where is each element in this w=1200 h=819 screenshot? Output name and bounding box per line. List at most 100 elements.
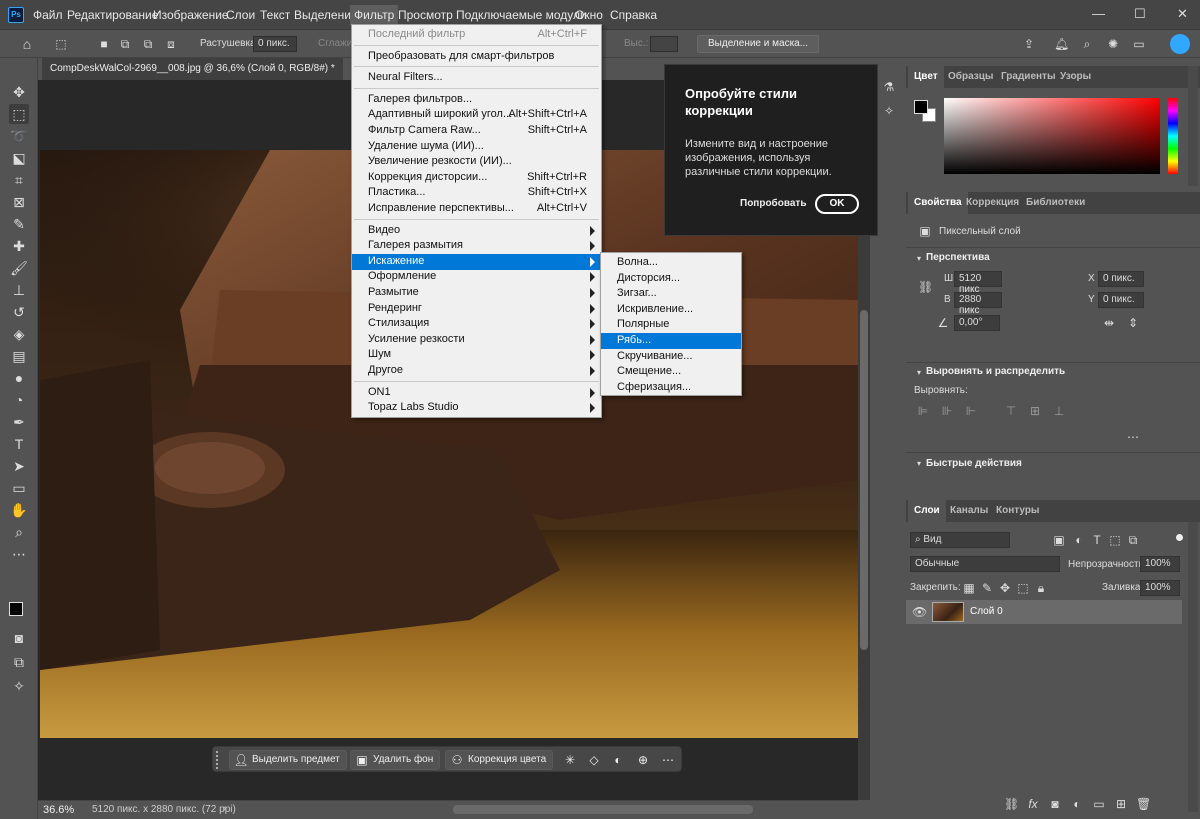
tab-layers[interactable]: Слои: [908, 500, 946, 522]
filter-menu-item[interactable]: ON1: [352, 385, 601, 401]
tab-channels[interactable]: Каналы: [950, 505, 988, 516]
move-tool-icon[interactable]: ✥: [9, 82, 29, 102]
filter-menu-item[interactable]: Галерея размытия: [352, 238, 601, 254]
menu-view[interactable]: Просмотр: [398, 8, 453, 22]
stamp-icon[interactable]: ⊥: [9, 280, 29, 300]
link-icon[interactable]: ⛓: [918, 280, 933, 294]
flip-vertical-icon[interactable]: ⇕: [1126, 316, 1140, 330]
filter-toggle[interactable]: [1176, 534, 1183, 541]
distort-menu-item[interactable]: Рябь...: [601, 333, 741, 349]
tab-paths[interactable]: Контуры: [996, 505, 1039, 516]
minimize-icon[interactable]: —: [1092, 6, 1105, 21]
lock-artboard-icon[interactable]: ⬚: [1016, 581, 1030, 595]
align-top-icon[interactable]: ⊤: [1004, 404, 1018, 418]
crop-icon[interactable]: ⌗: [9, 170, 29, 190]
distort-menu-item[interactable]: Зигзаг...: [601, 286, 741, 302]
align-right-icon[interactable]: ⊩: [964, 404, 978, 418]
tab-swatches[interactable]: Образцы: [948, 71, 993, 82]
opacity-input[interactable]: 100%: [1140, 556, 1180, 572]
scroll-thumb[interactable]: [860, 310, 868, 650]
filter-kind-select[interactable]: ⌕ Вид: [910, 532, 1010, 548]
chevron-right-icon[interactable]: ›: [223, 803, 226, 814]
distort-menu-item[interactable]: Полярные координаты...: [601, 317, 741, 342]
color-correction-button[interactable]: ⚇ Коррекция цвета: [445, 750, 554, 770]
history-brush-icon[interactable]: ↺: [9, 302, 29, 322]
frame-icon[interactable]: ⊠: [9, 192, 29, 212]
filter-menu-item[interactable]: Размытие: [352, 285, 601, 301]
distort-menu-item[interactable]: Скручивание...: [601, 349, 741, 365]
screen-mode-icon[interactable]: ⧉: [9, 652, 29, 672]
filter-menu-item[interactable]: Удаление шума (ИИ)...: [352, 139, 601, 155]
more-tools-icon[interactable]: ⋯: [9, 544, 29, 564]
distort-menu-item[interactable]: Сферизация...: [601, 380, 741, 396]
layer-row[interactable]: 👁︎ Слой 0: [906, 600, 1182, 624]
rectangular-marquee-icon[interactable]: ⬚: [9, 104, 29, 124]
filter-menu-item[interactable]: Усиление резкости: [352, 332, 601, 348]
pen-icon[interactable]: ✒: [9, 412, 29, 432]
menu-file[interactable]: Файл: [33, 8, 63, 22]
distort-menu-item[interactable]: Дисторсия...: [601, 271, 741, 287]
tab-adjustments[interactable]: Коррекция: [966, 197, 1019, 208]
filter-menu-item[interactable]: Стилизация: [352, 316, 601, 332]
filter-smart-object-icon[interactable]: ⧉: [1126, 533, 1140, 547]
align-hcenter-icon[interactable]: ⊪: [940, 404, 954, 418]
feather-input[interactable]: 0 пикс.: [253, 36, 297, 52]
intersect-selection-icon[interactable]: ⧈: [164, 37, 178, 51]
foreground-color-swatch[interactable]: [9, 602, 23, 616]
filter-menu-item[interactable]: Видео: [352, 223, 601, 239]
width-input[interactable]: 5120 пикс: [954, 271, 1002, 295]
height-input[interactable]: [650, 36, 678, 52]
lasso-icon[interactable]: ➰: [9, 126, 29, 146]
flip-horizontal-icon[interactable]: ⇹: [1102, 316, 1116, 330]
filter-pixel-icon[interactable]: ▣: [1052, 533, 1066, 547]
healing-brush-icon[interactable]: ✚: [9, 236, 29, 256]
distort-menu-item[interactable]: Искривление...: [601, 302, 741, 318]
sparkle-icon[interactable]: ✳: [562, 752, 578, 768]
filter-menu-item[interactable]: Исправление перспективы... Alt+Ctrl+V: [352, 201, 601, 217]
ok-button[interactable]: OK: [815, 194, 859, 214]
marquee-tool-icon[interactable]: ⬚: [54, 37, 68, 51]
document-info[interactable]: 5120 пикс. x 2880 пикс. (72 ppi): [92, 804, 236, 815]
filter-menu-item[interactable]: Фильтр Camera Raw... Shift+Ctrl+A: [352, 123, 601, 139]
filter-menu-item[interactable]: Увеличение резкости (ИИ)...: [352, 154, 601, 170]
new-layer-icon[interactable]: ⊞: [1114, 797, 1128, 811]
distort-menu-item[interactable]: Смещение...: [601, 364, 741, 380]
filter-menu-item[interactable]: Коррекция дисторсии... Shift+Ctrl+R: [352, 170, 601, 186]
avatar[interactable]: [1170, 34, 1190, 54]
zoom-level[interactable]: 36.6%: [43, 804, 74, 816]
align-title[interactable]: Выровнять и распределить: [926, 366, 1065, 377]
blur-icon[interactable]: ●: [9, 368, 29, 388]
hand-icon[interactable]: ✋: [9, 500, 29, 520]
generative-fill-icon[interactable]: ✧: [882, 104, 896, 118]
filter-menu-item[interactable]: Преобразовать для смарт-фильтров: [352, 49, 601, 65]
filter-shape-icon[interactable]: ⬚: [1108, 533, 1122, 547]
filter-menu-item[interactable]: Галерея фильтров...: [352, 92, 601, 108]
chevron-down-icon[interactable]: ▾: [912, 366, 926, 380]
align-vcenter-icon[interactable]: ⊞: [1028, 404, 1042, 418]
select-subject-button[interactable]: 👤︎ Выделить предмет: [229, 750, 347, 770]
add-selection-icon[interactable]: ⧉: [118, 37, 132, 51]
chevron-down-icon[interactable]: ▾: [912, 457, 926, 471]
drag-handle[interactable]: [216, 751, 220, 769]
maximize-icon[interactable]: ☐: [1134, 6, 1146, 22]
filter-adjustment-icon[interactable]: ◐: [1072, 533, 1086, 547]
filter-type-icon[interactable]: T: [1090, 533, 1104, 547]
link-layers-icon[interactable]: ⛓: [1004, 797, 1019, 811]
new-adjustment-icon[interactable]: ◐: [1070, 797, 1084, 811]
add-mask-icon[interactable]: ◙: [1048, 797, 1062, 811]
home-icon[interactable]: ⌂: [20, 37, 34, 51]
more-options-icon[interactable]: ⋯: [660, 752, 676, 768]
filter-menu-item[interactable]: Оформление: [352, 269, 601, 285]
search-icon[interactable]: ⌕: [1080, 37, 1094, 51]
subtract-selection-icon[interactable]: ⧉: [141, 37, 155, 51]
try-button[interactable]: Попробовать: [740, 198, 806, 209]
menu-window[interactable]: Окно: [575, 8, 603, 22]
menu-image[interactable]: Изображение: [153, 8, 229, 22]
fx-icon[interactable]: fx: [1026, 797, 1040, 811]
share-icon[interactable]: ⇪: [1022, 37, 1036, 51]
fill-input[interactable]: 100%: [1140, 580, 1180, 596]
horizontal-scrollbar[interactable]: [453, 805, 753, 814]
filter-menu-item[interactable]: Адаптивный широкий угол... Alt+Shift+Ctrl…: [352, 107, 601, 123]
quick-actions-title[interactable]: Быстрые действия: [926, 458, 1022, 469]
new-group-icon[interactable]: ▭: [1092, 797, 1106, 811]
